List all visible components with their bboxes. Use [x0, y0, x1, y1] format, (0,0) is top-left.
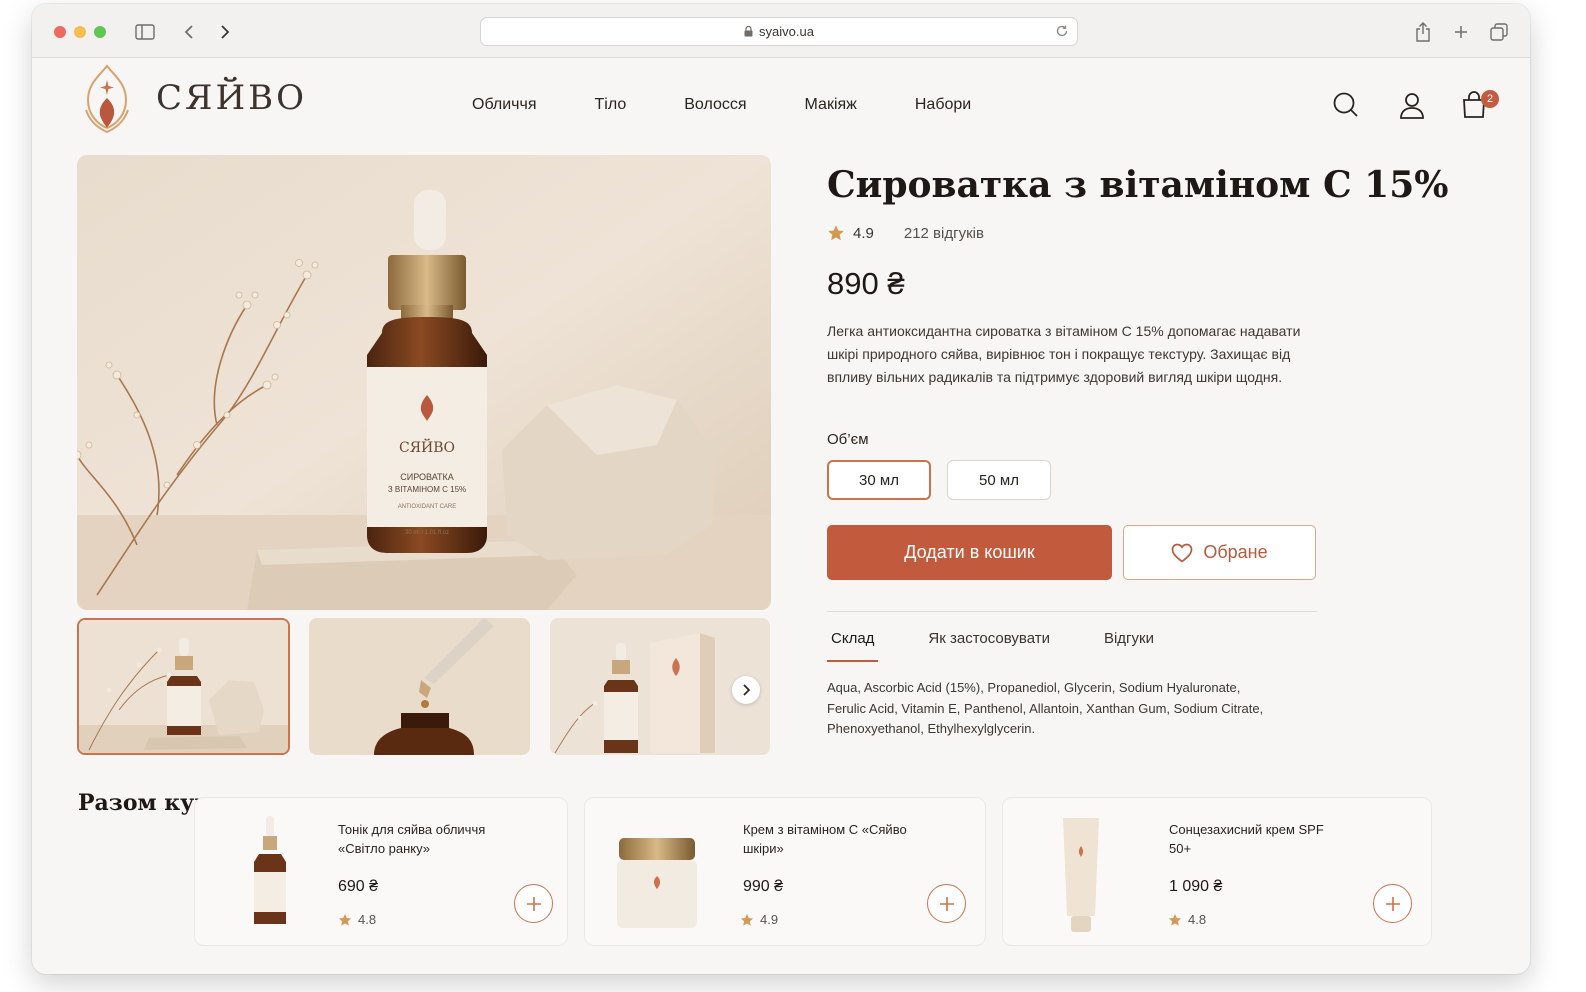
card-rating-value: 4.9 [760, 912, 779, 927]
star-icon [1168, 913, 1182, 926]
search-icon[interactable] [1332, 91, 1360, 124]
product-rating: 4.9 212 відгуків [827, 224, 984, 242]
product-description: Легка антиоксидантна сироватка з вітамін… [827, 323, 1301, 385]
nav-item-body[interactable]: Тіло [595, 96, 627, 114]
cart-count-badge: 2 [1481, 90, 1499, 108]
tab-reviews[interactable]: Відгуки [1100, 630, 1158, 647]
nav-item-hair[interactable]: Волосся [684, 96, 746, 114]
bottle-line2-text: З ВІТАМІНОМ С 15% [388, 485, 466, 494]
star-icon [828, 225, 844, 241]
lock-icon [744, 26, 753, 37]
card-product-name: Сонцезахисний крем SPF 50+ [1169, 822, 1324, 856]
bottle-line4-text: 30 ml / 1.01 fl.oz [405, 530, 449, 536]
star-icon [338, 913, 352, 926]
card-product-price: 990 ₴ [743, 878, 784, 895]
new-tab-icon[interactable] [1450, 21, 1472, 43]
thumbnail-2[interactable] [309, 618, 530, 755]
close-window-button[interactable] [54, 26, 66, 38]
card-product-name: Крем з вітаміном С «Сяйво шкіри» [743, 822, 907, 856]
volume-option-30ml[interactable]: 30 мл [827, 460, 931, 500]
site-logo[interactable]: СЯЙВО [80, 62, 307, 134]
bottle-line3-text: ANTIOXIDANT CARE [398, 504, 457, 510]
product-thumb-cream [617, 838, 697, 928]
thumbnail-1[interactable] [77, 618, 290, 755]
add-to-cart-button[interactable]: Додати в кошик [827, 525, 1112, 580]
sidebar-toggle-icon[interactable] [134, 21, 156, 43]
main-nav: Обличчя Тіло Волосся Макіяж Набори [472, 96, 1029, 114]
card-product-rating: 4.8 [1168, 912, 1206, 927]
card-rating-value: 4.8 [1188, 912, 1207, 927]
card-rating-value: 4.8 [358, 912, 377, 927]
card-product-rating: 4.9 [740, 912, 778, 927]
tab-overview-icon[interactable] [1488, 21, 1510, 43]
reviews-link[interactable]: 212 відгуків [904, 225, 984, 242]
heart-icon [1171, 543, 1193, 563]
chevron-right-icon [743, 684, 751, 696]
product-thumb-toner [254, 816, 286, 924]
volume-label: Об’єм [827, 431, 869, 448]
back-icon[interactable] [178, 21, 200, 43]
nav-item-makeup[interactable]: Макіяж [805, 96, 857, 114]
add-recommended-button[interactable] [927, 884, 966, 923]
browser-toolbar: syaivo.ua [32, 4, 1530, 58]
browser-window: syaivo.ua СЯЙВО Обличчя Тіло Волосся Мак… [32, 4, 1530, 974]
tab-how-to-use[interactable]: Як застосовувати [924, 630, 1054, 647]
forward-icon[interactable] [214, 21, 236, 43]
account-icon[interactable] [1399, 91, 1425, 124]
thumbnails-next-button[interactable] [732, 676, 760, 704]
bottle-line1-text: СИРОВАТКА [400, 472, 454, 482]
rating-value: 4.9 [853, 224, 874, 242]
card-product-price: 1 090 ₴ [1169, 878, 1223, 895]
card-product-name: Тонік для сяйва обличчя «Світло ранку» [338, 822, 486, 856]
brand-name: СЯЙВО [156, 78, 307, 118]
volume-option-50ml[interactable]: 50 мл [947, 460, 1051, 500]
add-recommended-button[interactable] [514, 884, 553, 923]
minimize-window-button[interactable] [74, 26, 86, 38]
recommended-card[interactable]: Тонік для сяйва обличчя «Світло ранку» 6… [194, 797, 568, 946]
ingredients-text: Aqua, Ascorbic Acid (15%), Propanediol, … [827, 680, 1264, 736]
product-title: Сироватка з вітаміном С 15% [827, 164, 1449, 206]
star-icon [740, 913, 754, 926]
share-icon[interactable] [1412, 21, 1434, 43]
bottle-brand-text: СЯЙВО [399, 437, 455, 456]
url-text: syaivo.ua [759, 24, 814, 39]
reload-icon[interactable] [1055, 24, 1069, 38]
card-product-rating: 4.8 [338, 912, 376, 927]
address-bar[interactable]: syaivo.ua [480, 17, 1078, 46]
zoom-window-button[interactable] [94, 26, 106, 38]
brand-flame-icon [85, 64, 129, 134]
section-divider [827, 611, 1317, 612]
product-price: 890 ₴ [827, 266, 905, 301]
product-thumb-sunscreen [1063, 818, 1099, 932]
nav-item-face[interactable]: Обличчя [472, 96, 537, 114]
recommended-card[interactable]: Крем з вітаміном С «Сяйво шкіри» 990 ₴ 4… [584, 797, 986, 946]
product-tabs: Склад Як застосовувати Відгуки [827, 630, 1204, 662]
plus-icon [526, 896, 541, 911]
recommended-card[interactable]: Сонцезахисний крем SPF 50+ 1 090 ₴ 4.8 [1002, 797, 1432, 946]
favorite-label: Обране [1203, 542, 1268, 562]
card-product-price: 690 ₴ [338, 878, 379, 895]
tab-composition[interactable]: Склад [827, 630, 879, 662]
product-main-image[interactable]: СЯЙВО СИРОВАТКА З ВІТАМІНОМ С 15% ANTIOX… [77, 155, 771, 610]
favorite-button[interactable]: Обране [1123, 525, 1316, 580]
nav-item-sets[interactable]: Набори [915, 96, 971, 114]
plus-icon [939, 896, 954, 911]
plus-icon [1385, 896, 1400, 911]
add-recommended-button[interactable] [1373, 884, 1412, 923]
